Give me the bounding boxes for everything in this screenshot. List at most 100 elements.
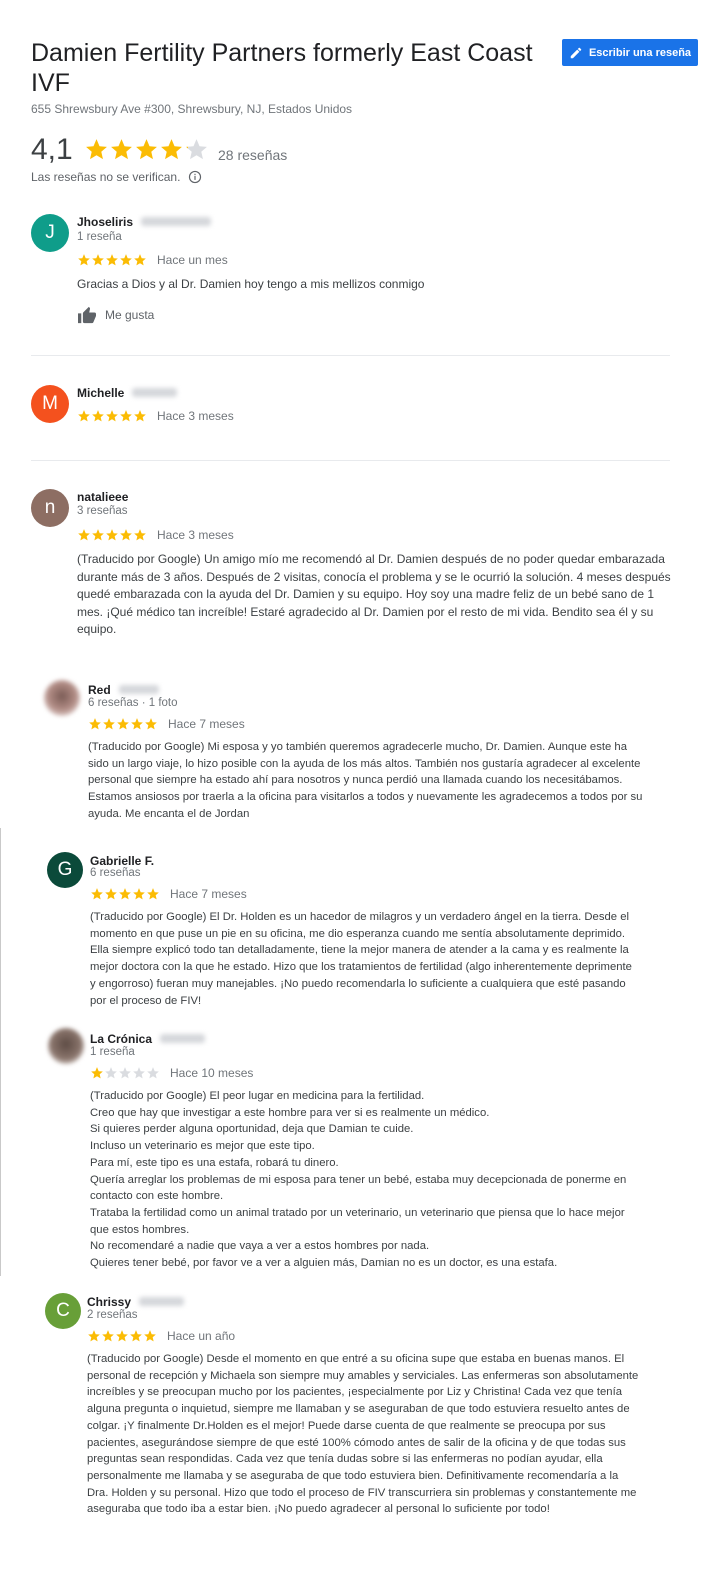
star-icon <box>105 1067 117 1079</box>
star-icon <box>106 254 118 266</box>
reviewer-name-text: Michelle <box>77 386 125 400</box>
star-icon <box>78 410 90 422</box>
star-icon <box>131 718 143 730</box>
star-icon <box>88 1330 100 1342</box>
star-icon <box>78 254 90 266</box>
reviewer-name[interactable]: Jhoseliris <box>77 213 212 231</box>
star-icon <box>147 888 159 900</box>
info-icon[interactable] <box>188 170 202 184</box>
star-icon <box>119 888 131 900</box>
like-label: Me gusta <box>105 308 155 322</box>
average-rating-stars <box>84 137 209 162</box>
review-date: Hace 7 meses <box>168 717 245 731</box>
review-rating: Hace 10 meses <box>90 1066 253 1080</box>
review-text: (Traducido por Google) Un amigo mío me r… <box>77 552 671 636</box>
star-icon <box>92 529 104 541</box>
review-text: (Traducido por Google) El peor lugar en … <box>90 1088 640 1272</box>
star-icon <box>136 139 157 160</box>
average-rating: 4,1 <box>31 133 73 166</box>
review-line: Quieres tener bebé, por favor ve a ver a… <box>90 1257 558 1270</box>
reviewer-name-text: Jhoseliris <box>77 215 134 229</box>
review-rating: Hace 3 meses <box>77 409 234 423</box>
like-button[interactable]: Me gusta <box>77 306 154 324</box>
reviewer-name[interactable]: natalieee <box>77 488 128 506</box>
star-icon <box>147 1067 159 1079</box>
review-date: Hace 3 meses <box>157 528 234 542</box>
star-icon <box>106 410 118 422</box>
review-rating: Hace 3 meses <box>77 528 234 542</box>
reviewer-meta: 6 reseñas · 1 foto <box>88 697 178 709</box>
write-review-button[interactable]: Escribir una reseña <box>562 39 698 66</box>
review-stars <box>87 1329 157 1343</box>
star-icon <box>117 718 129 730</box>
review-rating: Hace 7 meses <box>88 717 245 731</box>
star-icon <box>86 139 107 160</box>
star-icon <box>144 1330 156 1342</box>
review-stars <box>77 253 147 267</box>
star-icon <box>120 410 132 422</box>
reviewer-meta: 1 reseña <box>90 1046 135 1058</box>
blurred-surname <box>118 685 159 695</box>
review-line: Trataba la fertilidad como un animal tra… <box>90 1206 625 1236</box>
star-icon <box>186 139 207 160</box>
review-stars <box>77 528 147 542</box>
place-address: 655 Shrewsbury Ave #300, Shrewsbury, NJ,… <box>31 102 353 116</box>
star-icon <box>120 529 132 541</box>
blurred-surname <box>160 1034 206 1044</box>
review-stars <box>77 409 147 423</box>
blurred-surname <box>139 1297 185 1307</box>
review-line: Incluso un veterinario es mejor que este… <box>90 1140 315 1153</box>
review-rating: Hace 7 meses <box>90 887 247 901</box>
reviewer-name-text: natalieee <box>77 490 129 504</box>
review-count[interactable]: 28 reseñas <box>218 147 287 163</box>
review-line: No recomendaré a nadie que vaya a ver a … <box>90 1240 430 1253</box>
star-icon <box>133 888 145 900</box>
reviewer-meta: 2 reseñas <box>87 1309 138 1321</box>
review-text: Gracias a Dios y al Dr. Damien hoy tengo… <box>77 277 425 291</box>
reviewer-name-text: Gabrielle F. <box>90 854 155 868</box>
reviewer-meta: 3 reseñas <box>77 505 128 517</box>
star-icon <box>102 1330 114 1342</box>
left-edge-line <box>0 828 1 1276</box>
star-icon <box>161 139 182 160</box>
star-icon <box>78 529 90 541</box>
star-icon <box>111 139 132 160</box>
star-icon <box>133 1067 145 1079</box>
not-verified-text: Las reseñas no se verifican. <box>31 170 181 184</box>
review-date: Hace 3 meses <box>157 409 234 423</box>
place-title: Damien Fertility Partners formerly East … <box>31 39 533 97</box>
review-line: (Traducido por Google) El peor lugar en … <box>90 1090 425 1102</box>
avatar[interactable]: C <box>45 1293 81 1329</box>
blurred-surname <box>141 217 212 227</box>
reviewer-name-text: Chrissy <box>87 1295 132 1309</box>
pencil-icon <box>570 47 582 58</box>
divider <box>31 460 670 461</box>
avatar[interactable] <box>44 680 80 716</box>
star-icon <box>92 254 104 266</box>
avatar[interactable]: J <box>31 214 69 252</box>
avatar[interactable]: n <box>31 489 69 527</box>
write-review-label: Escribir una reseña <box>588 46 692 59</box>
reviewer-meta: 1 reseña <box>77 231 122 243</box>
review-rating: Hace un año <box>87 1329 235 1343</box>
review-text: (Traducido por Google) Mi esposa y yo ta… <box>88 741 643 820</box>
star-icon <box>130 1330 142 1342</box>
reviewer-meta: 6 reseñas <box>90 867 141 879</box>
star-icon <box>120 254 132 266</box>
star-icon <box>134 529 146 541</box>
star-icon <box>119 1067 131 1079</box>
avatar[interactable] <box>48 1028 84 1064</box>
review-date: Hace un año <box>167 1329 236 1343</box>
avatar[interactable]: G <box>47 852 83 888</box>
star-icon <box>103 718 115 730</box>
review-line: Quería arreglar los problemas de mi espo… <box>90 1173 627 1203</box>
thumbs-up-icon <box>78 306 96 324</box>
review-date: Hace 7 meses <box>170 887 247 901</box>
reviewer-name[interactable]: Michelle <box>77 384 178 402</box>
avatar[interactable]: M <box>31 385 69 423</box>
review-stars <box>88 717 158 731</box>
review-date: Hace 10 meses <box>170 1066 254 1080</box>
review-line: Creo que hay que investigar a este hombr… <box>90 1106 490 1119</box>
review-date: Hace un mes <box>157 253 228 267</box>
divider <box>31 355 670 356</box>
